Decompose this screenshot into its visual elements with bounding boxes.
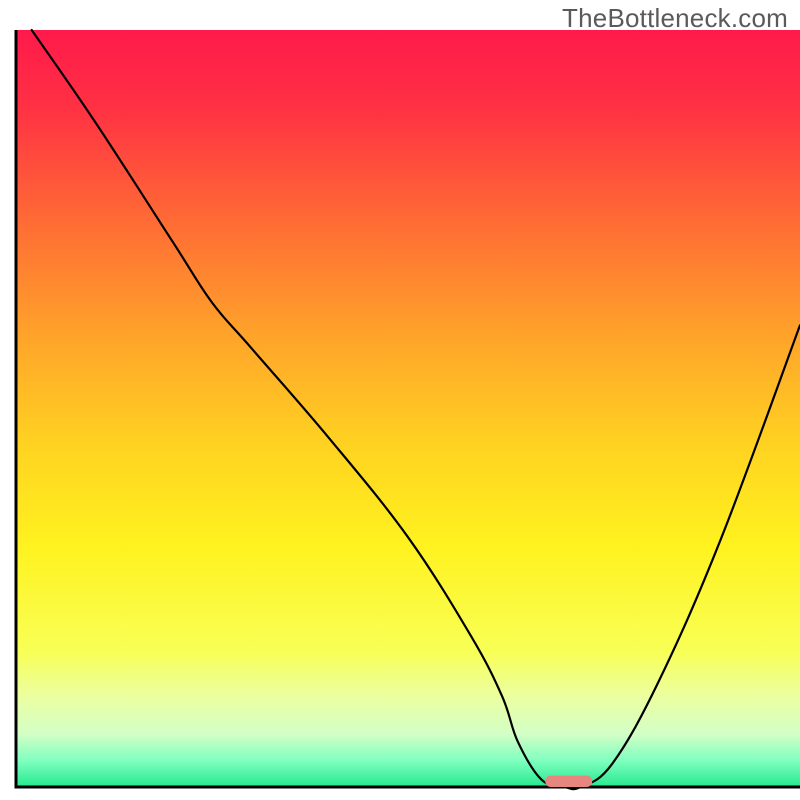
optimal-marker xyxy=(545,776,592,787)
gradient-background xyxy=(16,30,800,787)
bottleneck-chart xyxy=(0,0,800,800)
chart-container: TheBottleneck.com xyxy=(0,0,800,800)
watermark-text: TheBottleneck.com xyxy=(562,3,788,34)
